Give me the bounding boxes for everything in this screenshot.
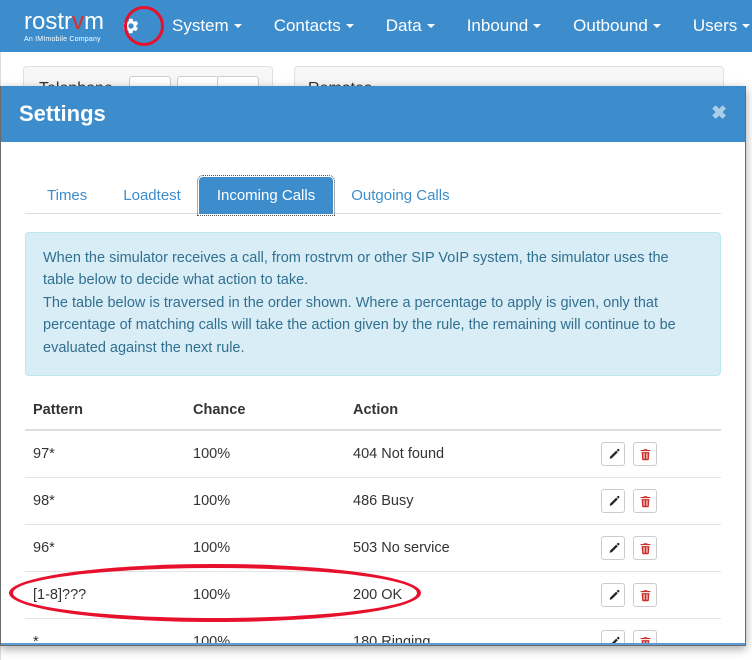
cell-row-actions xyxy=(601,524,721,572)
top-navbar: rostrvm An IMImobile Company System Cont… xyxy=(0,0,752,52)
settings-gear-button[interactable] xyxy=(122,4,164,48)
nav-item-label: Outbound xyxy=(573,16,648,35)
cell-chance: 100% xyxy=(185,524,345,572)
trash-icon xyxy=(640,496,650,508)
application-window: rostrvm An IMImobile Company System Cont… xyxy=(0,0,752,660)
cell-action: 200 OK xyxy=(345,571,601,619)
pencil-icon xyxy=(609,542,619,553)
cell-chance: 100% xyxy=(185,571,345,619)
nav-item-users[interactable]: Users xyxy=(677,10,752,42)
modal-title: Settings xyxy=(19,101,106,126)
trash-icon xyxy=(640,449,650,461)
table-row-highlighted: [1-8]??? 100% 200 OK xyxy=(25,571,721,619)
nav-item-label: Data xyxy=(385,16,422,35)
cell-chance: 100% xyxy=(185,477,345,525)
navbar-menu: System Contacts Data Inbound Outbound Us… xyxy=(156,10,752,42)
table-row: 98* 100% 486 Busy xyxy=(25,477,721,525)
cell-pattern: * xyxy=(25,618,185,645)
brand-name: rostrvm xyxy=(24,7,104,35)
cell-pattern: [1-8]??? xyxy=(25,571,185,619)
nav-item-system[interactable]: System xyxy=(156,10,258,42)
chevron-down-icon xyxy=(426,24,435,28)
brand-logo[interactable]: rostrvm An IMImobile Company xyxy=(24,7,104,43)
incoming-call-rules-table: Pattern Chance Action 97* 100% 404 Not f… xyxy=(25,398,721,645)
nav-item-label: Users xyxy=(692,16,738,35)
cell-action: 404 Not found xyxy=(353,446,445,463)
cell-row-actions xyxy=(601,571,721,619)
cell-pattern: 96* xyxy=(25,524,185,572)
nav-item-label: Contacts xyxy=(273,16,341,35)
brand-name-accent: v xyxy=(72,7,84,35)
settings-tabs: Times Loadtest Incoming Calls Outgoing C… xyxy=(25,170,721,216)
trash-icon xyxy=(640,590,650,602)
modal-body: Times Loadtest Incoming Calls Outgoing C… xyxy=(1,142,745,645)
edit-rule-button[interactable] xyxy=(601,583,625,608)
chevron-down-icon xyxy=(742,24,751,28)
column-header-chance: Chance xyxy=(185,398,345,432)
edit-rule-button[interactable] xyxy=(601,442,625,467)
tab-outgoing-calls[interactable]: Outgoing Calls xyxy=(333,177,467,214)
delete-rule-button[interactable] xyxy=(633,442,658,467)
chevron-down-icon xyxy=(233,24,242,28)
cell-row-actions xyxy=(601,618,721,645)
tab-loadtest[interactable]: Loadtest xyxy=(105,177,199,214)
cell-pattern: 98* xyxy=(25,477,185,525)
modal-bottom-divider xyxy=(1,643,745,645)
trash-icon xyxy=(640,543,650,555)
nav-item-label: Inbound xyxy=(466,16,529,35)
chevron-down-icon xyxy=(533,24,542,28)
nav-item-inbound[interactable]: Inbound xyxy=(451,10,557,42)
cell-pattern: 97* xyxy=(33,446,55,463)
chevron-down-icon xyxy=(345,24,354,28)
info-alert-line-1: When the simulator receives a call, from… xyxy=(43,250,669,289)
cell-action: 486 Busy xyxy=(345,477,601,525)
chevron-down-icon xyxy=(652,24,661,28)
nav-item-contacts[interactable]: Contacts xyxy=(258,10,370,42)
tab-incoming-calls[interactable]: Incoming Calls xyxy=(196,175,336,216)
edit-rule-button[interactable] xyxy=(601,489,625,514)
delete-rule-button[interactable] xyxy=(633,489,658,514)
cell-chance: 100% xyxy=(193,446,231,463)
info-alert: When the simulator receives a call, from… xyxy=(25,232,721,377)
cell-row-actions xyxy=(601,430,721,478)
nav-item-outbound[interactable]: Outbound xyxy=(557,10,677,42)
table-row: 96* 100% 503 No service xyxy=(25,524,721,572)
close-icon[interactable]: ✖ xyxy=(707,100,731,127)
nav-item-label: System xyxy=(172,16,229,35)
gear-icon xyxy=(123,18,139,34)
cell-row-actions xyxy=(601,477,721,525)
info-alert-line-2: The table below is traversed in the orde… xyxy=(43,294,676,356)
brand-name-pre: rostr xyxy=(24,7,72,35)
column-header-actions xyxy=(601,398,721,432)
pencil-icon xyxy=(609,448,619,459)
pencil-icon xyxy=(609,589,619,600)
table-header-row: Pattern Chance Action xyxy=(25,398,721,432)
edit-rule-button[interactable] xyxy=(601,536,625,561)
tab-times[interactable]: Times xyxy=(29,177,105,214)
cell-action: 503 No service xyxy=(345,524,601,572)
table-head: Pattern Chance Action xyxy=(25,398,721,432)
cell-action: 180 Ringing xyxy=(345,618,601,645)
settings-modal: Settings ✖ Times Loadtest Incoming Calls… xyxy=(0,86,746,646)
table-body: 97* 100% 404 Not found 98* 100% 486 Busy… xyxy=(25,430,721,645)
nav-item-data[interactable]: Data xyxy=(370,10,451,42)
cell-chance: 100% xyxy=(185,618,345,645)
column-header-action: Action xyxy=(345,398,601,432)
column-header-pattern: Pattern xyxy=(25,398,185,432)
pencil-icon xyxy=(609,495,619,506)
delete-rule-button[interactable] xyxy=(633,536,658,561)
table-row: * 100% 180 Ringing xyxy=(25,618,721,645)
delete-rule-button[interactable] xyxy=(633,583,658,608)
brand-name-post: m xyxy=(84,7,104,35)
brand-tagline: An IMImobile Company xyxy=(24,35,101,43)
modal-header: Settings ✖ xyxy=(1,86,745,142)
table-row: 97* 100% 404 Not found xyxy=(25,430,721,478)
